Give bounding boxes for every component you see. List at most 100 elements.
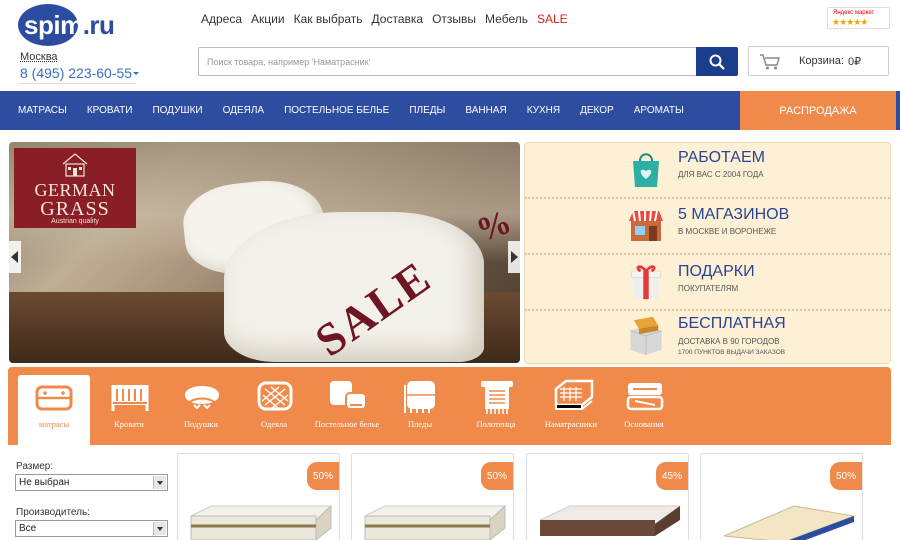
maker-filter-select[interactable]: Все	[15, 520, 168, 537]
chevron-down-icon	[153, 522, 166, 535]
logo-text: spim.ru	[24, 10, 115, 40]
nav-link-reviews[interactable]: Отзывы	[432, 12, 476, 26]
product-image	[190, 504, 333, 540]
main-nav-blankets[interactable]: ОДЕЯЛА	[223, 105, 264, 116]
pillow-icon	[185, 386, 219, 410]
product-card[interactable]: 50%	[351, 453, 514, 540]
nav-link-promos[interactable]: Акции	[251, 12, 285, 26]
site-logo[interactable]: spim.ru	[18, 4, 115, 46]
search-input[interactable]	[207, 54, 687, 70]
category-strip: матрасы Кровати Подушки Одеяла Постельно…	[8, 367, 891, 445]
plaid-icon	[404, 381, 435, 413]
benefit-sub: ДЛЯ ВАС С 2004 ГОДА	[678, 170, 764, 179]
maker-filter-label: Производитель:	[16, 507, 90, 518]
nav-link-furniture[interactable]: Мебель	[485, 12, 528, 26]
cart-button[interactable]: Корзина: 0₽	[748, 46, 889, 76]
bed-icon	[111, 385, 149, 411]
main-nav-kitchen[interactable]: КУХНЯ	[527, 105, 560, 116]
category-label: Пледы	[407, 419, 433, 429]
category-label: Наматрасники	[544, 419, 598, 429]
benefits-panel: РАБОТАЕМ ДЛЯ ВАС С 2004 ГОДА 5 МАГАЗИНОВ…	[524, 142, 891, 364]
nav-link-sale[interactable]: SALE	[537, 12, 568, 26]
product-card[interactable]: 45%	[526, 453, 689, 540]
category-pillows[interactable]: Подушки	[165, 375, 237, 445]
search-button[interactable]	[696, 47, 738, 76]
slider-prev-arrow[interactable]	[9, 241, 21, 273]
category-bed-linen[interactable]: Постельное белье	[311, 375, 383, 445]
main-nav-pillows[interactable]: ПОДУШКИ	[152, 105, 202, 116]
mattress-icon	[35, 385, 73, 411]
category-label: Основания	[624, 419, 664, 429]
benefit-gifts[interactable]: ПОДАРКИ ПОКУПАТЕЛЯМ	[525, 253, 890, 308]
main-nav-bathroom[interactable]: ВАННАЯ	[465, 105, 506, 116]
chevron-down-icon	[153, 476, 166, 489]
product-image	[723, 505, 856, 540]
benefit-title: 5 МАГАЗИНОВ	[678, 206, 790, 223]
benefit-working-since[interactable]: РАБОТАЕМ ДЛЯ ВАС С 2004 ГОДА	[525, 143, 890, 198]
product-image	[539, 505, 682, 536]
category-towels[interactable]: Полотенца	[460, 375, 532, 445]
promo-slider[interactable]: SALE % GERMAN GRASS Austrian quality	[9, 142, 520, 363]
nav-edge	[896, 91, 900, 130]
blanket-icon	[257, 381, 293, 411]
store-icon	[629, 210, 663, 241]
house-icon	[62, 153, 88, 177]
category-label: Полотенца	[476, 419, 516, 429]
cart-label: Корзина:	[799, 55, 844, 67]
top-nav: Адреса Акции Как выбрать Доставка Отзывы…	[201, 12, 577, 26]
nav-link-delivery[interactable]: Доставка	[372, 12, 424, 26]
discount-badge: 50%	[830, 462, 862, 490]
yandex-market-badge[interactable]: Яндекс маркет ★★★★★	[827, 7, 890, 29]
search-bar	[198, 47, 738, 76]
delivery-box-icon	[630, 316, 662, 355]
nav-link-how-to-choose[interactable]: Как выбрать	[294, 12, 363, 26]
product-card[interactable]: 50%	[700, 453, 863, 540]
cart-total: 0₽	[848, 56, 862, 68]
category-mattress-toppers[interactable]: Наматрасники	[535, 375, 607, 445]
benefit-title: БЕСПЛАТНАЯ	[678, 315, 786, 332]
brand-tagline: Austrian quality	[51, 218, 99, 225]
benefit-stores[interactable]: 5 МАГАЗИНОВ В МОСКВЕ И ВОРОНЕЖЕ	[525, 197, 890, 252]
yandex-market-label: Яндекс маркет	[833, 10, 875, 16]
product-image	[364, 504, 507, 540]
benefit-sub: ПОКУПАТЕЛЯМ	[678, 284, 739, 293]
towel-icon	[481, 381, 513, 414]
cart-icon	[760, 54, 780, 70]
benefit-free-delivery[interactable]: БЕСПЛАТНАЯ ДОСТАВКА В 90 ГОРОДОВ 1700 ПУ…	[525, 309, 890, 364]
shopping-bag-icon	[633, 153, 659, 187]
main-nav-beds[interactable]: КРОВАТИ	[87, 105, 133, 116]
phone-number[interactable]: 8 (495) 223-60-55	[20, 65, 140, 81]
category-label: Кровати	[114, 419, 144, 429]
main-nav-plaids[interactable]: ПЛЕДЫ	[409, 105, 445, 116]
gift-icon	[631, 265, 661, 300]
benefit-sub: В МОСКВЕ И ВОРОНЕЖЕ	[678, 227, 777, 236]
benefit-sub-2: 1700 ПУНКТОВ ВЫДАЧИ ЗАКАЗОВ	[678, 349, 786, 356]
benefit-title: ПОДАРКИ	[678, 263, 755, 280]
main-nav-sale[interactable]: РАСПРОДАЖА	[740, 91, 896, 130]
main-nav-decor[interactable]: ДЕКОР	[580, 105, 614, 116]
category-blankets[interactable]: Одеяла	[238, 375, 310, 445]
category-beds[interactable]: Кровати	[93, 375, 165, 445]
category-label: матрасы	[38, 419, 70, 429]
category-plaids[interactable]: Пледы	[384, 375, 456, 445]
main-category-nav: МАТРАСЫ КРОВАТИ ПОДУШКИ ОДЕЯЛА ПОСТЕЛЬНО…	[0, 91, 900, 130]
main-nav-bed-linen[interactable]: ПОСТЕЛЬНОЕ БЕЛЬЕ	[284, 105, 389, 116]
category-mattresses[interactable]: матрасы	[18, 375, 90, 445]
phone-divider	[18, 83, 136, 84]
discount-badge: 50%	[307, 462, 339, 490]
discount-badge: 45%	[656, 462, 688, 490]
slider-next-arrow[interactable]	[508, 241, 520, 273]
search-icon	[709, 54, 725, 70]
city-selector[interactable]: Москва	[20, 51, 58, 63]
nav-link-addresses[interactable]: Адреса	[201, 12, 242, 26]
size-filter-select[interactable]: Не выбран	[15, 474, 168, 491]
mattress-topper-icon	[554, 379, 594, 410]
category-bed-bases[interactable]: Основания	[608, 375, 680, 445]
product-card[interactable]: 50%	[177, 453, 340, 540]
main-nav-mattresses[interactable]: МАТРАСЫ	[18, 105, 67, 116]
benefit-sub: ДОСТАВКА В 90 ГОРОДОВ	[678, 337, 780, 346]
german-grass-logo: GERMAN GRASS Austrian quality	[14, 148, 136, 228]
main-nav-aromas[interactable]: АРОМАТЫ	[634, 105, 684, 116]
category-label: Постельное белье	[314, 419, 380, 429]
benefit-title: РАБОТАЕМ	[678, 149, 765, 166]
